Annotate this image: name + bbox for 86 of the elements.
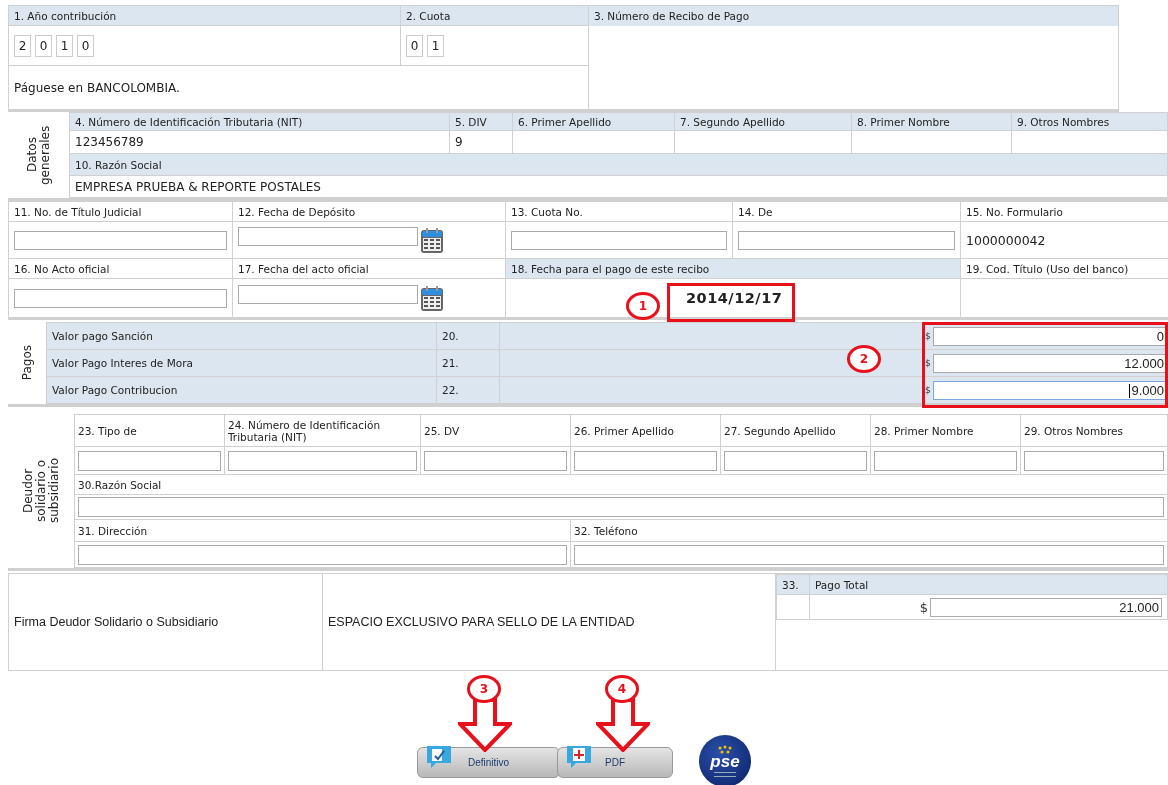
currency-sign: $ bbox=[919, 599, 928, 615]
field-label: 3. Número de Recibo de Pago bbox=[589, 6, 1118, 26]
input-field[interactable] bbox=[14, 230, 227, 250]
bank-note: Páguese en BANCOLOMBIA. bbox=[14, 80, 180, 95]
field-value: 9 bbox=[455, 135, 463, 150]
digit-field[interactable]: 2 bbox=[14, 34, 31, 57]
field-label: 29. Otros Nombres bbox=[1020, 414, 1168, 447]
field-label: 14. De bbox=[732, 201, 961, 222]
calendar-icon[interactable] bbox=[420, 226, 444, 254]
total-field: 21.000 bbox=[930, 597, 1162, 617]
field-label: 23. Tipo de bbox=[74, 414, 225, 447]
field-label: 25. DV bbox=[420, 414, 571, 447]
input-field[interactable] bbox=[511, 230, 727, 250]
field-label: 6. Primer Apellido bbox=[512, 112, 675, 131]
digit-field[interactable]: 0 bbox=[77, 34, 94, 57]
input-field[interactable] bbox=[424, 450, 567, 471]
field-label: 5. DIV bbox=[449, 112, 513, 131]
payment-label: Valor Pago Interes de Mora bbox=[46, 349, 437, 377]
input-field[interactable] bbox=[574, 450, 717, 471]
digit-field[interactable]: 1 bbox=[427, 34, 444, 57]
field-label: 2. Cuota bbox=[400, 5, 589, 26]
field-label: 13. Cuota No. bbox=[505, 201, 733, 222]
field-value: 1000000042 bbox=[966, 232, 1046, 248]
input-field[interactable] bbox=[228, 450, 417, 471]
action-button[interactable]: Definitivo bbox=[417, 746, 560, 778]
field-label: 10. Razón Social bbox=[69, 153, 1168, 176]
input-field[interactable] bbox=[78, 544, 567, 565]
input-field[interactable] bbox=[14, 288, 227, 308]
section-title: Datos generales bbox=[25, 124, 52, 187]
step-marker: 4 bbox=[605, 675, 639, 703]
amount-field[interactable]: 9.000 bbox=[933, 380, 1167, 400]
digit-field[interactable]: 1 bbox=[56, 34, 73, 57]
field-value: EMPRESA PRUEBA & REPORTE POSTALES bbox=[75, 179, 321, 194]
digit-field[interactable]: 0 bbox=[406, 34, 423, 57]
payment-date: 2014/12/17 bbox=[686, 290, 783, 306]
calendar-icon[interactable] bbox=[420, 284, 444, 312]
field-label: 32. Teléfono bbox=[570, 519, 1168, 542]
payment-label: Valor Pago Contribucion bbox=[46, 376, 437, 404]
field-label: 16. No Acto oficial bbox=[8, 258, 233, 279]
field-label: 1. Año contribución bbox=[8, 5, 401, 26]
input-field[interactable] bbox=[724, 450, 867, 471]
field-label: 28. Primer Nombre bbox=[870, 414, 1021, 447]
currency-sign: $ bbox=[925, 385, 932, 395]
document-icon bbox=[566, 744, 592, 769]
signature-label: Firma Deudor Solidario o Subsidiario bbox=[14, 615, 219, 629]
field-label: 12. Fecha de Depósito bbox=[232, 201, 506, 222]
input-field[interactable] bbox=[738, 230, 955, 250]
arrow-icon bbox=[458, 698, 512, 752]
date-field[interactable] bbox=[238, 284, 418, 304]
date-field[interactable] bbox=[238, 226, 418, 246]
amount-field[interactable]: 12.000 bbox=[933, 353, 1167, 373]
input-field[interactable] bbox=[78, 497, 1164, 517]
section-title: Deudor solidario o subsidiario bbox=[21, 457, 61, 526]
step-marker: 3 bbox=[467, 675, 501, 703]
field-label: 31. Dirección bbox=[74, 519, 571, 542]
input-field[interactable] bbox=[874, 450, 1017, 471]
field-label: 9. Otros Nombres bbox=[1011, 112, 1168, 131]
field-value: 123456789 bbox=[75, 135, 144, 150]
field-label: Pago Total bbox=[809, 574, 1168, 595]
payment-label: Valor pago Sanción bbox=[46, 322, 437, 350]
action-button[interactable]: PDF bbox=[557, 746, 673, 778]
field-label: 33. bbox=[776, 574, 810, 595]
field-label: 26. Primer Apellido bbox=[570, 414, 721, 447]
currency-sign: $ bbox=[925, 358, 932, 368]
field-label: 7. Segundo Apellido bbox=[674, 112, 852, 131]
arrow-icon bbox=[596, 698, 650, 752]
field-label: 15. No. Formulario bbox=[960, 201, 1168, 222]
digit-field[interactable]: 0 bbox=[35, 34, 52, 57]
section-title: Pagos bbox=[20, 345, 34, 381]
amount-field[interactable]: 0 bbox=[933, 326, 1167, 346]
field-label: 18. Fecha para el pago de este recibo bbox=[505, 258, 961, 279]
step-marker: 1 bbox=[626, 292, 660, 320]
input-field[interactable] bbox=[574, 544, 1164, 565]
currency-sign: $ bbox=[925, 331, 932, 341]
checklist-icon bbox=[426, 744, 452, 769]
field-label: 24. Número de Identificación Tributaria (NIT) bbox=[224, 414, 421, 447]
stamp-area-label: ESPACIO EXCLUSIVO PARA SELLO DE LA ENTIDAD bbox=[328, 615, 635, 629]
field-label: 30.Razón Social bbox=[74, 474, 1168, 495]
field-label: 8. Primer Nombre bbox=[851, 112, 1012, 131]
input-field[interactable] bbox=[1024, 450, 1164, 471]
field-label: 4. Número de Identificación Tributaria (NIT) bbox=[69, 112, 450, 131]
input-field[interactable] bbox=[78, 450, 221, 471]
payment-number: 20. bbox=[436, 322, 500, 350]
pse-logo[interactable]: pse bbox=[699, 735, 751, 785]
field-label: 11. No. de Título Judicial bbox=[8, 201, 233, 222]
field-label: 27. Segundo Apellido bbox=[720, 414, 871, 447]
